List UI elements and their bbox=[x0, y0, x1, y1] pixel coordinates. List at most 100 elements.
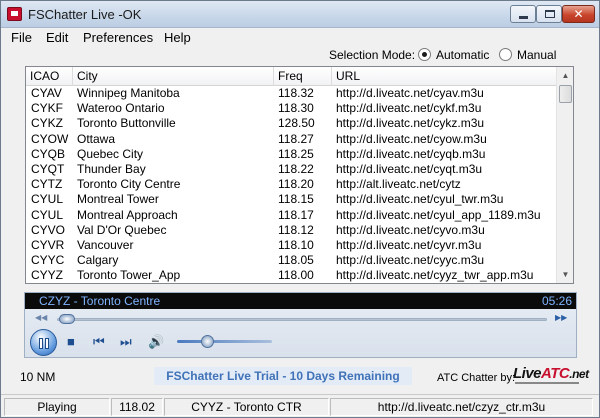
scroll-thumb[interactable] bbox=[559, 85, 572, 103]
pause-icon bbox=[39, 338, 43, 349]
maximize-button[interactable] bbox=[536, 5, 562, 23]
list-rows: CYAV Winnipeg Manitoba 118.32 http://d.live… bbox=[26, 86, 556, 283]
cell-icao: CYYC bbox=[31, 253, 65, 268]
previous-icon[interactable]: ⏮ bbox=[93, 335, 105, 348]
table-row[interactable]: CYKZ Toronto Buttonville 128.50 http://d.li… bbox=[26, 116, 556, 131]
cell-freq: 118.17 bbox=[278, 207, 314, 222]
cell-city: Montreal Tower bbox=[77, 192, 159, 207]
cell-url: http://d.liveatc.net/cyvr.m3u bbox=[336, 237, 482, 252]
cell-city: Val D'Or Quebec bbox=[77, 222, 167, 237]
logo-part-3: .net bbox=[569, 367, 589, 381]
minimize-button[interactable] bbox=[510, 5, 536, 23]
scroll-up-icon[interactable]: ▲ bbox=[557, 67, 573, 84]
cell-freq: 118.15 bbox=[278, 192, 314, 207]
menu-preferences[interactable]: Preferences bbox=[83, 30, 153, 45]
cell-freq: 118.22 bbox=[278, 161, 314, 176]
cell-city: Toronto City Centre bbox=[77, 177, 181, 192]
close-icon: ✕ bbox=[573, 7, 584, 21]
stop-icon[interactable]: ■ bbox=[67, 335, 75, 348]
cell-city: Montreal Approach bbox=[77, 207, 178, 222]
next-icon[interactable]: ⏭ bbox=[120, 335, 132, 348]
table-row[interactable]: CYUL Montreal Tower 118.15 http://d.liveatc… bbox=[26, 192, 556, 207]
column-header-city[interactable]: City bbox=[73, 67, 274, 86]
cell-city: Ottawa bbox=[77, 131, 116, 146]
maximize-icon bbox=[545, 10, 555, 18]
minimize-icon bbox=[519, 16, 528, 19]
column-header-url[interactable]: URL bbox=[332, 67, 556, 86]
cell-city: Thunder Bay bbox=[77, 161, 146, 176]
cell-freq: 118.05 bbox=[278, 253, 314, 268]
now-playing-bar: CZYZ - Toronto Centre 05:26 bbox=[25, 293, 576, 309]
cell-city: Toronto Buttonville bbox=[77, 116, 176, 131]
table-row[interactable]: CYVR Vancouver 118.10 http://d.liveatc.net/… bbox=[26, 238, 556, 253]
atc-chatter-label: ATC Chatter by: bbox=[437, 372, 516, 384]
seek-bar[interactable] bbox=[57, 318, 547, 321]
cell-freq: 118.30 bbox=[278, 101, 314, 116]
cell-url: http://alt.liveatc.net/cytz bbox=[336, 177, 461, 192]
now-playing-title: CZYZ - Toronto Centre bbox=[39, 294, 161, 308]
scroll-down-icon[interactable]: ▼ bbox=[557, 266, 573, 283]
cell-freq: 118.10 bbox=[278, 237, 314, 252]
cell-url: http://d.liveatc.net/cyyc.m3u bbox=[336, 253, 485, 268]
automatic-radio-label[interactable]: Automatic bbox=[436, 48, 489, 62]
cell-url: http://d.liveatc.net/cykf.m3u bbox=[336, 101, 482, 116]
table-row[interactable]: CYTZ Toronto City Centre 118.20 http://alt.… bbox=[26, 177, 556, 192]
cell-icao: CYVR bbox=[31, 237, 65, 252]
cell-url: http://d.liveatc.net/cykz.m3u bbox=[336, 116, 485, 131]
title-bar[interactable]: FSChatter Live -OK ✕ bbox=[1, 1, 599, 28]
manual-radio[interactable] bbox=[499, 48, 512, 61]
table-row[interactable]: CYQT Thunder Bay 118.22 http://d.liveatc.ne… bbox=[26, 162, 556, 177]
close-button[interactable]: ✕ bbox=[562, 5, 595, 23]
cell-url: http://d.liveatc.net/cyqt.m3u bbox=[336, 161, 483, 176]
table-row[interactable]: CYOW Ottawa 118.27 http://d.liveatc.net/cyo… bbox=[26, 132, 556, 147]
volume-thumb[interactable] bbox=[201, 335, 215, 348]
status-freq: 118.02 bbox=[111, 398, 163, 416]
column-header-icao[interactable]: ICAO bbox=[26, 67, 73, 86]
table-row[interactable]: CYAV Winnipeg Manitoba 118.32 http://d.live… bbox=[26, 86, 556, 101]
table-row[interactable]: CYKF Wateroo Ontario 118.30 http://d.liveat… bbox=[26, 101, 556, 116]
cell-icao: CYUL bbox=[31, 207, 64, 222]
automatic-radio[interactable] bbox=[418, 48, 431, 61]
menu-help[interactable]: Help bbox=[164, 30, 191, 45]
logo-part-2: ATC bbox=[541, 365, 570, 382]
cell-city: Winnipeg Manitoba bbox=[77, 86, 180, 100]
table-row[interactable]: CYYC Calgary 118.05 http://d.liveatc.net/cy… bbox=[26, 253, 556, 268]
seek-thumb[interactable] bbox=[58, 314, 75, 324]
media-player: CZYZ - Toronto Centre 05:26 ◀◀ ▶▶ ■ ⏮ ⏭ … bbox=[24, 292, 577, 358]
cell-freq: 118.32 bbox=[278, 86, 314, 100]
list-scrollbar[interactable]: ▲ ▼ bbox=[556, 67, 573, 283]
cell-freq: 118.25 bbox=[278, 146, 314, 161]
menu-file[interactable]: File bbox=[11, 30, 32, 45]
liveatc-logo[interactable]: LiveATC.net bbox=[513, 365, 589, 387]
cell-city: Toronto Tower_App bbox=[77, 268, 181, 283]
table-row[interactable]: CYQB Quebec City 118.25 http://d.liveatc.ne… bbox=[26, 147, 556, 162]
cell-city: Wateroo Ontario bbox=[77, 101, 165, 116]
cell-icao: CYKZ bbox=[31, 116, 64, 131]
range-label: 10 NM bbox=[20, 370, 56, 384]
selection-mode-label: Selection Mode: bbox=[329, 48, 416, 62]
table-row[interactable]: CYVO Val D'Or Quebec 118.12 http://d.liveat… bbox=[26, 223, 556, 238]
cell-city: Calgary bbox=[77, 253, 119, 268]
cell-icao: CYKF bbox=[31, 101, 64, 116]
pause-button[interactable] bbox=[30, 329, 57, 356]
manual-radio-label[interactable]: Manual bbox=[517, 48, 556, 62]
menu-edit[interactable]: Edit bbox=[46, 30, 68, 45]
volume-slider[interactable] bbox=[177, 340, 272, 343]
trial-banner: FSChatter Live Trial - 10 Days Remaining bbox=[154, 367, 412, 385]
app-icon bbox=[7, 7, 22, 21]
station-list[interactable]: ICAO City Freq URL CYAV Winnipeg Manitoba… bbox=[25, 66, 574, 284]
window-title: FSChatter Live -OK bbox=[28, 7, 142, 22]
cell-freq: 118.20 bbox=[278, 177, 314, 192]
column-header-freq[interactable]: Freq bbox=[274, 67, 332, 86]
rewind-icon[interactable]: ◀◀ bbox=[35, 313, 47, 322]
cell-icao: CYQB bbox=[31, 146, 66, 161]
cell-url: http://d.liveatc.net/cyav.m3u bbox=[336, 86, 484, 100]
pause-icon-bar bbox=[45, 338, 49, 349]
fast-forward-icon[interactable]: ▶▶ bbox=[555, 313, 567, 322]
cell-freq: 118.12 bbox=[278, 222, 314, 237]
status-station: CYYZ - Toronto CTR bbox=[164, 398, 329, 416]
table-row[interactable]: CYUL Montreal Approach 118.17 http://d.live… bbox=[26, 208, 556, 223]
cell-icao: CYVO bbox=[31, 222, 66, 237]
table-row[interactable]: CYYZ Toronto Tower_App 118.00 http://d.live… bbox=[26, 268, 556, 283]
speaker-icon[interactable]: 🔊 bbox=[148, 335, 164, 348]
